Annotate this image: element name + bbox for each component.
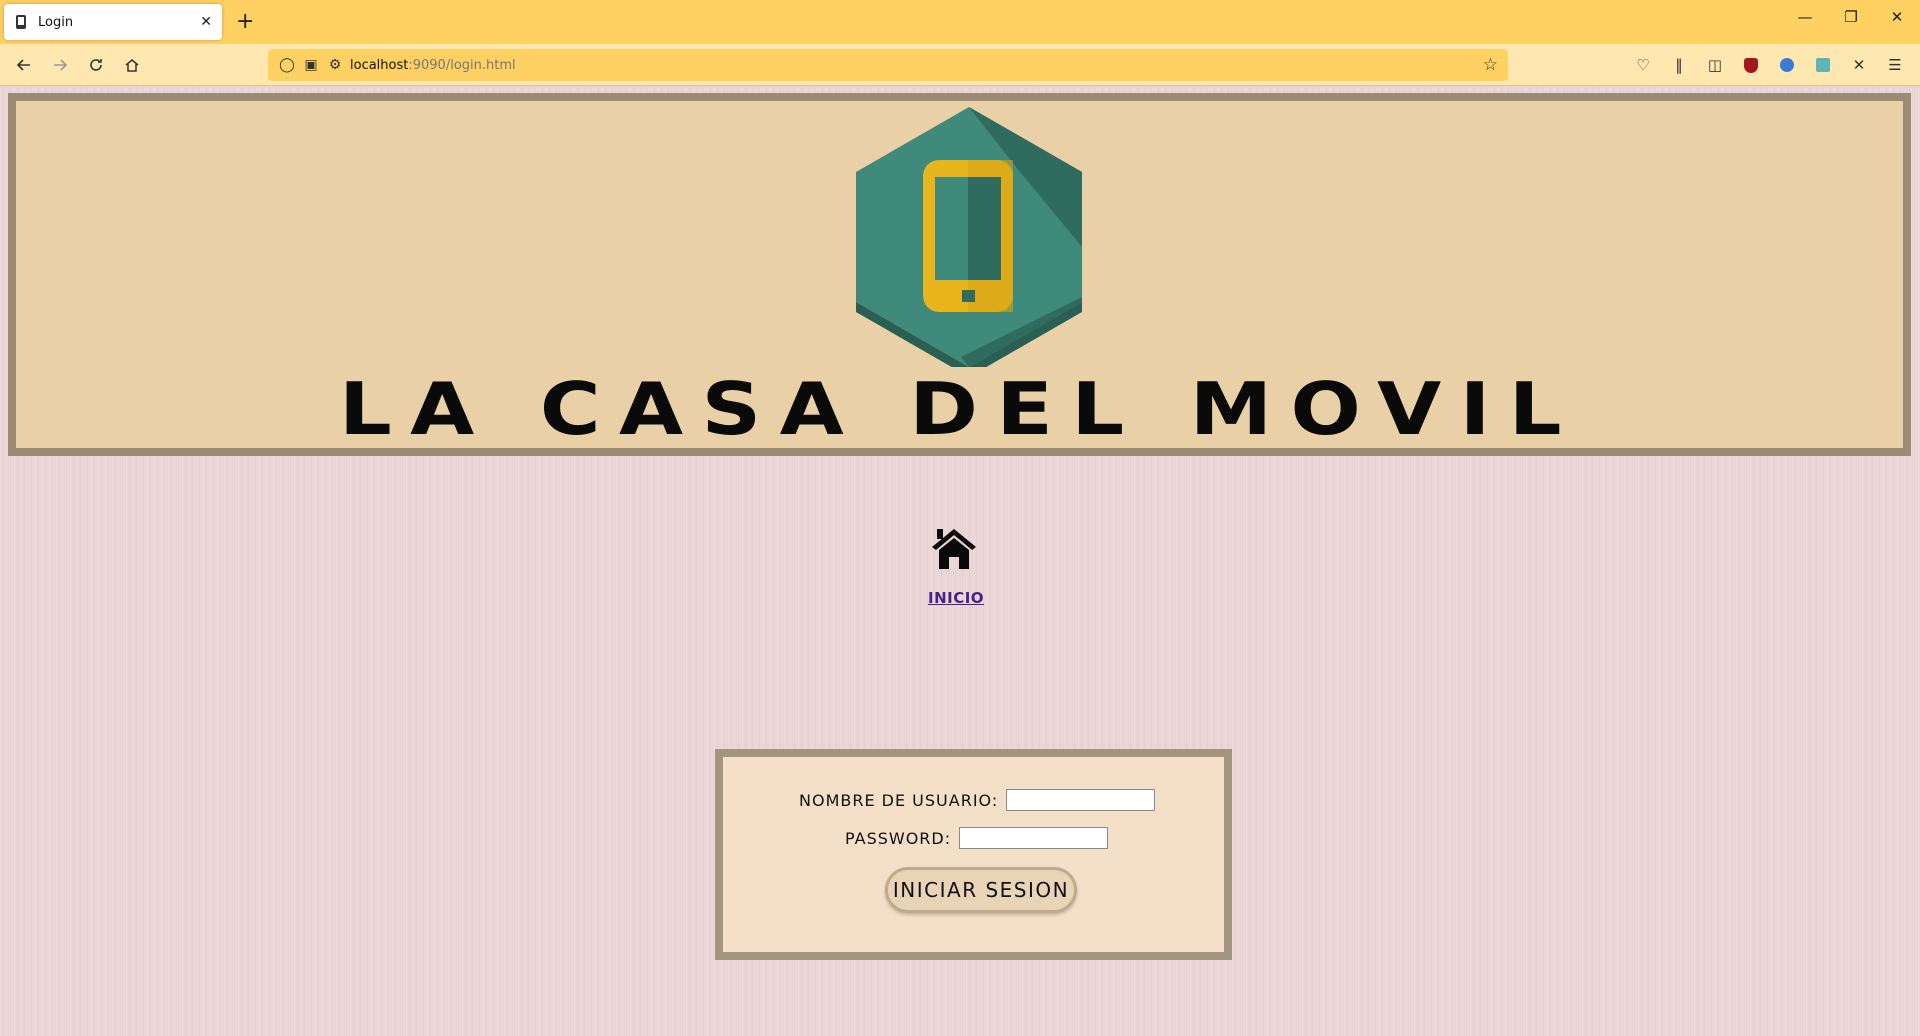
back-icon[interactable] (12, 53, 36, 77)
close-window-icon[interactable]: ✕ (1882, 8, 1912, 26)
tab-title: Login (38, 14, 74, 30)
restore-window-icon[interactable]: ❐ (1836, 8, 1866, 26)
header-banner: LA CASA DEL MOVIL (8, 93, 1911, 456)
extension-x-icon[interactable]: ✕ (1848, 54, 1870, 76)
username-label: NOMBRE DE USUARIO: (799, 790, 999, 810)
password-input[interactable] (959, 827, 1109, 849)
username-input[interactable] (1006, 789, 1156, 811)
browser-tab-bar: Login ✕ + — ❐ ✕ (0, 0, 1920, 44)
minimize-window-icon[interactable]: — (1790, 8, 1820, 26)
extension-shield-icon[interactable] (1740, 54, 1762, 76)
page-info-icon[interactable]: ▣ (302, 57, 320, 73)
page-favicon-icon (14, 15, 28, 29)
bookmark-star-icon[interactable]: ☆ (1483, 55, 1498, 75)
inicio-link[interactable]: INICIO (928, 589, 984, 607)
phone-logo-icon (856, 107, 1082, 367)
password-label: PASSWORD: (845, 828, 952, 848)
url-path: :9090/login.html (408, 57, 516, 73)
extension-tile-icon[interactable] (1812, 54, 1834, 76)
home-button-icon[interactable] (120, 53, 144, 77)
extension-globe-icon[interactable] (1776, 54, 1798, 76)
shield-icon[interactable]: ◯ (278, 57, 296, 73)
browser-nav-bar: ◯ ▣ ⚙ localhost:9090/login.html ☆ ♡ ‖ ◫ … (0, 44, 1920, 86)
sidebar-icon[interactable]: ◫ (1704, 54, 1726, 76)
reload-icon[interactable] (84, 53, 108, 77)
login-submit-button[interactable]: INICIAR SESION (885, 867, 1077, 913)
house-icon[interactable] (930, 525, 978, 573)
tab-close-icon[interactable]: ✕ (200, 14, 212, 30)
forward-icon[interactable] (48, 53, 72, 77)
password-row: PASSWORD: (845, 827, 1109, 849)
permissions-icon[interactable]: ⚙ (326, 57, 344, 73)
home-link[interactable] (928, 525, 980, 573)
page-viewport: LA CASA DEL MOVIL INICIO NOMBRE DE USUAR… (0, 87, 1920, 1036)
menu-icon[interactable]: ☰ (1884, 54, 1906, 76)
login-form: NOMBRE DE USUARIO: PASSWORD: INICIAR SES… (715, 749, 1232, 960)
username-row: NOMBRE DE USUARIO: (799, 789, 1156, 811)
library-icon[interactable]: ‖ (1668, 54, 1690, 76)
browser-tab[interactable]: Login ✕ (4, 4, 222, 40)
site-title: LA CASA DEL MOVIL (339, 367, 1580, 451)
url-host: localhost (350, 57, 409, 73)
url-bar[interactable]: ◯ ▣ ⚙ localhost:9090/login.html ☆ (268, 49, 1508, 81)
pocket-icon[interactable]: ♡ (1632, 54, 1654, 76)
new-tab-button[interactable]: + (236, 9, 254, 35)
